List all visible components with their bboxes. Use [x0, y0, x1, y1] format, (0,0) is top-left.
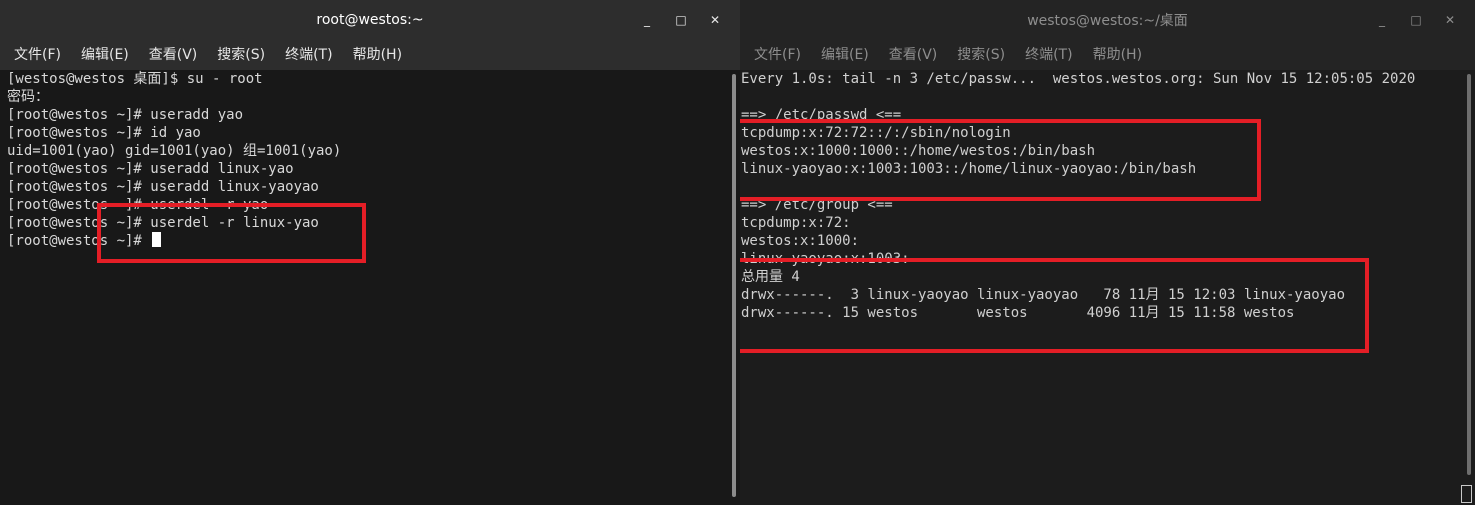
window-title: root@westos:~ — [316, 12, 424, 28]
scrollbar[interactable] — [1465, 72, 1473, 499]
menu-help[interactable]: 帮助(H) — [1083, 40, 1152, 70]
terminal-line: westos:x:1000: — [741, 233, 860, 249]
close-icon: ✕ — [709, 13, 721, 27]
terminal-window-root[interactable]: root@westos:~ _ □ ✕ 文件(F) 编辑(E) 查看(V) 搜索… — [0, 0, 740, 505]
terminal-output[interactable]: [westos@westos 桌面]$ su - root 密码： [root@… — [0, 70, 726, 505]
terminal-line: 密码： — [7, 89, 49, 105]
menu-terminal[interactable]: 终端(T) — [1015, 40, 1082, 70]
terminal-line: [root@westos ~]# useradd yao — [7, 107, 244, 123]
menu-search[interactable]: 搜索(S) — [947, 40, 1015, 70]
resize-grip[interactable] — [1461, 485, 1472, 503]
menu-view[interactable]: 查看(V) — [879, 40, 948, 70]
menu-edit[interactable]: 编辑(E) — [71, 40, 139, 70]
menu-edit[interactable]: 编辑(E) — [811, 40, 879, 70]
menu-bar: 文件(F) 编辑(E) 查看(V) 搜索(S) 终端(T) 帮助(H) — [740, 40, 1475, 70]
highlight-box — [740, 258, 1369, 353]
scrollbar-thumb[interactable] — [732, 74, 736, 497]
close-button[interactable]: ✕ — [698, 0, 732, 40]
minimize-icon: _ — [1379, 13, 1385, 27]
menu-file[interactable]: 文件(F) — [4, 40, 71, 70]
menu-bar: 文件(F) 编辑(E) 查看(V) 搜索(S) 终端(T) 帮助(H) — [0, 40, 740, 70]
highlight-box — [740, 119, 1261, 201]
scrollbar-thumb[interactable] — [1467, 74, 1471, 475]
terminal-line: tcpdump:x:72: — [741, 215, 851, 231]
minimize-icon: _ — [644, 13, 650, 27]
maximize-icon: □ — [1410, 13, 1422, 27]
maximize-button[interactable]: □ — [664, 0, 698, 40]
terminal-window-westos[interactable]: westos@westos:~/桌面 _ □ ✕ 文件(F) 编辑(E) 查看(… — [740, 0, 1475, 505]
maximize-icon: □ — [675, 13, 687, 27]
terminal-line: [westos@westos 桌面]$ su - root — [7, 71, 263, 87]
watch-header-line: Every 1.0s: tail -n 3 /etc/passw... west… — [741, 71, 1416, 87]
terminal-line: [root@westos ~]# id yao — [7, 125, 201, 141]
close-icon: ✕ — [1444, 13, 1456, 27]
menu-terminal[interactable]: 终端(T) — [275, 40, 342, 70]
menu-search[interactable]: 搜索(S) — [207, 40, 275, 70]
window-title: westos@westos:~/桌面 — [1027, 13, 1188, 29]
terminal-line: [root@westos ~]# useradd linux-yao — [7, 161, 294, 177]
terminal-line: [root@westos ~]# useradd linux-yaoyao — [7, 179, 319, 195]
menu-help[interactable]: 帮助(H) — [343, 40, 412, 70]
menu-view[interactable]: 查看(V) — [139, 40, 208, 70]
title-bar[interactable]: root@westos:~ _ □ ✕ — [0, 0, 740, 40]
title-bar[interactable]: westos@westos:~/桌面 _ □ ✕ — [740, 0, 1475, 40]
maximize-button[interactable]: □ — [1399, 0, 1433, 40]
highlight-box — [97, 203, 366, 263]
minimize-button[interactable]: _ — [1365, 0, 1399, 40]
terminal-line: uid=1001(yao) gid=1001(yao) 组=1001(yao) — [7, 143, 342, 159]
scrollbar[interactable] — [730, 72, 738, 499]
menu-file[interactable]: 文件(F) — [744, 40, 811, 70]
minimize-button[interactable]: _ — [630, 0, 664, 40]
close-button[interactable]: ✕ — [1433, 0, 1467, 40]
